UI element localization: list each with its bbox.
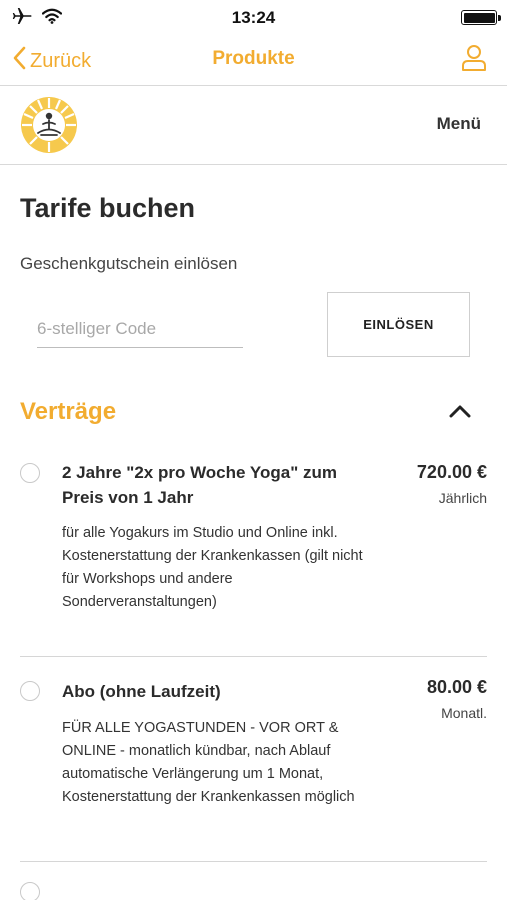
tariff-price: 720.00 € [416,462,487,482]
tariff-description: für alle Yogakurs im Studio und Online i… [62,525,363,610]
redeem-button[interactable]: EINLÖSEN [327,292,470,357]
status-bar: 13:24 [0,0,507,34]
contracts-section-header[interactable]: Verträge [20,388,487,438]
tariff-period: Monatl. [441,705,487,721]
page-title: Tarife buchen [20,193,196,223]
user-icon[interactable] [461,44,487,77]
tariff-description: FÜR ALLE YOGASTUNDEN - VOR ORT & ONLINE … [62,720,355,805]
voucher-form: EINLÖSEN [20,282,487,374]
studio-logo[interactable] [20,96,78,154]
navigation-bar: Zurück Produkte [0,34,507,86]
tariff-radio[interactable] [20,463,40,483]
tariff-item[interactable]: 2 Jahre "2x pro Woche Yoga" zum Preis vo… [20,442,487,657]
tariff-radio[interactable] [20,882,40,900]
menu-button[interactable]: Menü [437,114,481,134]
voucher-label: Geschenkgutschein einlösen [20,254,238,273]
tariff-price: 80.00 € [426,677,487,697]
tariff-period: Jährlich [438,490,487,506]
tariff-radio[interactable] [20,681,40,701]
tariff-item[interactable] [20,862,487,900]
tariff-item[interactable]: Abo (ohne Laufzeit) 80.00 € Monatl. FÜR … [20,657,487,862]
voucher-code-input[interactable] [37,310,243,348]
site-header: Menü [0,86,507,165]
chevron-up-icon[interactable] [449,404,471,423]
status-time: 13:24 [231,8,276,27]
battery-icon [461,10,501,25]
section-title: Verträge [20,398,117,425]
tariff-name: Abo (ohne Laufzeit) [62,682,221,701]
main-content: Tarife buchen Geschenkgutschein einlösen… [0,193,507,900]
tariff-name: 2 Jahre "2x pro Woche Yoga" zum Preis vo… [62,463,337,507]
nav-title: Produkte [212,48,295,69]
